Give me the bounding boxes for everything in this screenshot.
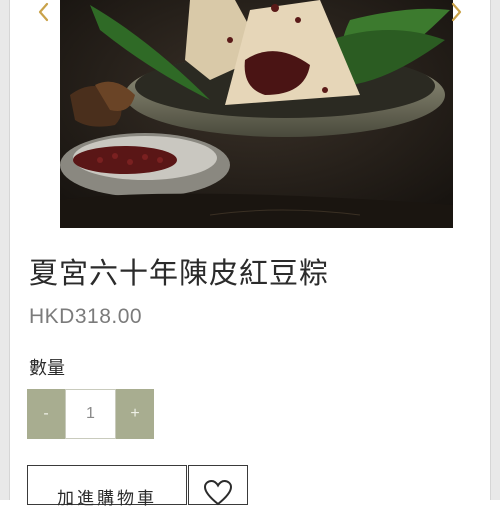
heart-icon: [203, 480, 233, 506]
quantity-input[interactable]: 1: [65, 389, 116, 439]
quantity-label: 數量: [29, 358, 65, 379]
page-left-edge: [0, 0, 10, 500]
increment-button[interactable]: +: [116, 389, 154, 439]
quantity-stepper: - 1 +: [27, 389, 154, 439]
carousel-next-button[interactable]: [446, 0, 466, 24]
product-title: 夏宮六十年陳皮紅豆粽: [29, 256, 330, 290]
add-to-cart-button[interactable]: 加進購物車: [27, 465, 187, 509]
page-right-edge: [490, 0, 500, 500]
wishlist-button[interactable]: [188, 465, 248, 506]
product-image-carousel: [10, 0, 490, 230]
product-image: [60, 0, 453, 228]
decrement-button[interactable]: -: [27, 389, 65, 439]
product-price: HKD318.00: [29, 305, 143, 328]
carousel-prev-button[interactable]: [34, 0, 54, 24]
chevron-left-icon: [38, 2, 49, 22]
chevron-right-icon: [451, 2, 462, 22]
